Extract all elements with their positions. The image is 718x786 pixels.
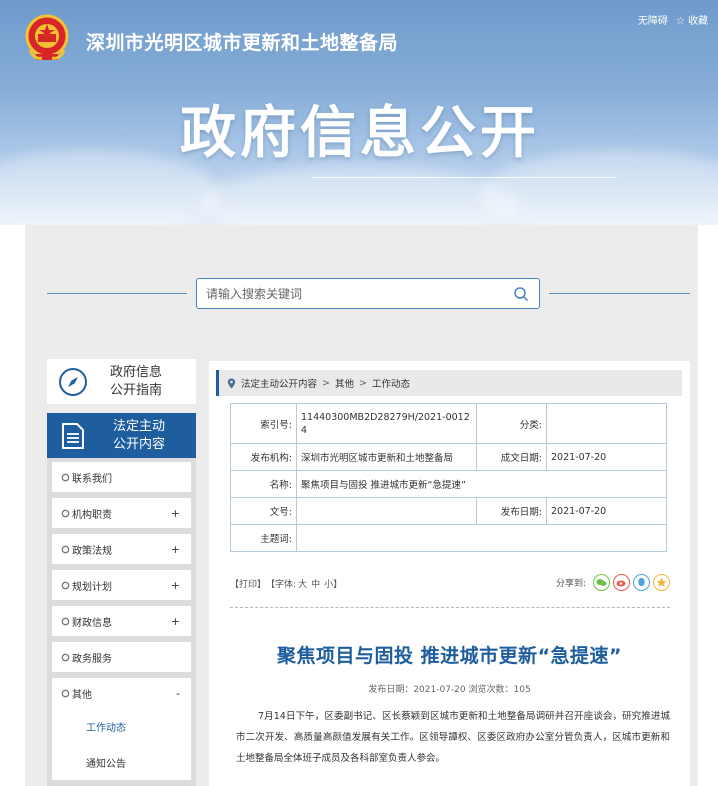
share-label: 分享到: [555,579,586,589]
bullet-icon [61,581,70,589]
index-label: 索引号: [230,403,297,444]
location-pin-icon [227,378,236,388]
category-label: 分类: [476,403,547,444]
search-icon[interactable] [513,286,529,302]
page-title: 政府信息公开 [180,101,540,166]
bullet-icon [61,617,70,625]
breadcrumb-separator: > [359,377,367,389]
expand-toggle[interactable]: + [171,579,180,592]
name-value: 聚焦项目与固投 推进城市更新“急提速” [296,470,667,498]
article-meta: 发布日期：2021-07-20 浏览次数：105 [368,685,531,695]
sidebar-item-duties[interactable]: 机构职责 + [52,498,191,528]
created-date-label: 成文日期: [476,443,547,471]
search-input[interactable] [197,279,487,308]
sidebar-item-contact[interactable]: 联系我们 [52,462,191,492]
top-links: 无障碍 ☆ 收藏 [638,12,708,27]
search-box [196,278,540,309]
qq-share-icon[interactable] [633,574,650,591]
expand-toggle[interactable]: + [171,543,180,556]
category-value [546,403,667,444]
keywords-label: 主题词: [230,524,297,552]
doc-number-value [296,497,477,525]
bullet-icon [61,653,70,661]
guide-label-line1: 政府信息 [109,364,162,380]
print-button[interactable]: 【打印】 [230,577,266,590]
info-table: 索引号: 11440300MB2D28279H/2021-0012 4 分类: … [230,403,667,552]
sidebar-item-services[interactable]: 政务服务 [52,642,191,672]
bullet-icon [61,545,70,553]
font-small-button[interactable]: 小 [324,577,333,590]
table-row: 索引号: 11440300MB2D28279H/2021-0012 4 分类: [230,403,667,444]
name-label: 名称: [230,470,297,498]
sidebar-menu: 联系我们 机构职责 + 政策法规 + 规划计划 + 财政信息 + 政务服务 其他… [47,458,196,786]
org-name: 深圳市光明区城市更新和土地整备局 [86,32,399,54]
doc-number-label: 文号: [230,497,297,525]
active-label-line1: 法定主动 [112,418,165,434]
breadcrumb-item[interactable]: 工作动态 [372,376,410,390]
bullet-icon [61,689,70,697]
favorite-link[interactable]: ☆ 收藏 [676,12,708,27]
search-right-line [549,293,690,294]
title-divider [312,177,617,178]
table-row: 发布机构: 深圳市光明区城市更新和土地整备局 成文日期: 2021-07-20 [230,443,667,471]
document-icon [62,422,84,449]
article-tools: 【打印】 【字体: 大 中 小 】 分享到: [230,574,670,592]
table-row: 文号: 发布日期: 2021-07-20 [230,497,667,525]
expand-toggle[interactable]: + [171,615,180,628]
created-date-value: 2021-07-20 [546,443,667,471]
bullet-icon [61,473,70,481]
main-area: 政府信息 公开指南 法定主动 公开内容 联系我们 机构职责 + 政策法规 [25,225,698,786]
sidebar-item-other[interactable]: 其他 - [52,678,191,708]
qzone-share-icon[interactable] [653,574,670,591]
sidebar-item-planning[interactable]: 规划计划 + [52,570,191,600]
breadcrumb-separator: > [322,377,330,389]
active-label-line2: 公开内容 [112,436,165,452]
breadcrumb-item[interactable]: 法定主动公开内容 [241,376,317,390]
keywords-value [296,524,667,552]
guide-label-line2: 公开指南 [109,382,162,398]
publish-date-value: 2021-07-20 [546,497,667,525]
sidebar-item-policy[interactable]: 政策法规 + [52,534,191,564]
sidebar-subitem-work-news[interactable]: 工作动态 [52,708,191,744]
content-panel: 法定主动公开内容 > 其他 > 工作动态 索引号: 11440300MB2D28… [209,361,690,786]
font-size-suffix: 】 [333,579,343,590]
share-bar: 分享到: [556,574,670,591]
collapse-toggle[interactable]: - [176,687,180,700]
weibo-share-icon[interactable] [613,574,630,591]
header-banner: 深圳市光明区城市更新和土地整备局 无障碍 ☆ 收藏 政府信息公开 [0,0,718,225]
divider [230,607,670,608]
index-value-line1: 11440300MB2D28279H/2021-0012 [301,411,470,423]
article-title: 聚焦项目与固投 推进城市更新“急提速” [276,645,623,667]
accessibility-link[interactable]: 无障碍 [638,12,668,27]
wechat-share-icon[interactable] [593,574,610,591]
sidebar-active-section[interactable]: 法定主动 公开内容 [47,413,196,458]
compass-icon [59,367,87,396]
font-medium-button[interactable]: 中 [311,577,320,590]
sidebar-guide[interactable]: 政府信息 公开指南 [47,359,196,404]
publisher-label: 发布机构: [230,443,297,471]
font-size-prefix: 【字体: [266,579,297,590]
table-row: 主题词: [230,524,667,552]
national-emblem-icon [25,14,69,60]
font-large-button[interactable]: 大 [298,577,307,590]
article-body: 7月14日下午，区委副书记、区长蔡颖到区城市更新和土地整备局调研并召开座谈会，研… [236,711,670,764]
search-left-line [47,293,187,294]
publish-date-label: 发布日期: [476,497,547,525]
breadcrumb-item[interactable]: 其他 [335,376,354,390]
expand-toggle[interactable]: + [171,507,180,520]
breadcrumb: 法定主动公开内容 > 其他 > 工作动态 [216,370,682,396]
publisher-value: 深圳市光明区城市更新和土地整备局 [296,443,477,471]
table-row: 名称: 聚焦项目与固投 推进城市更新“急提速” [230,470,667,498]
sidebar-item-finance[interactable]: 财政信息 + [52,606,191,636]
index-value: 11440300MB2D28279H/2021-0012 4 [296,403,477,444]
bullet-icon [61,509,70,517]
sidebar-subitem-notices[interactable]: 通知公告 [52,744,191,780]
index-value-line2: 4 [301,424,308,436]
